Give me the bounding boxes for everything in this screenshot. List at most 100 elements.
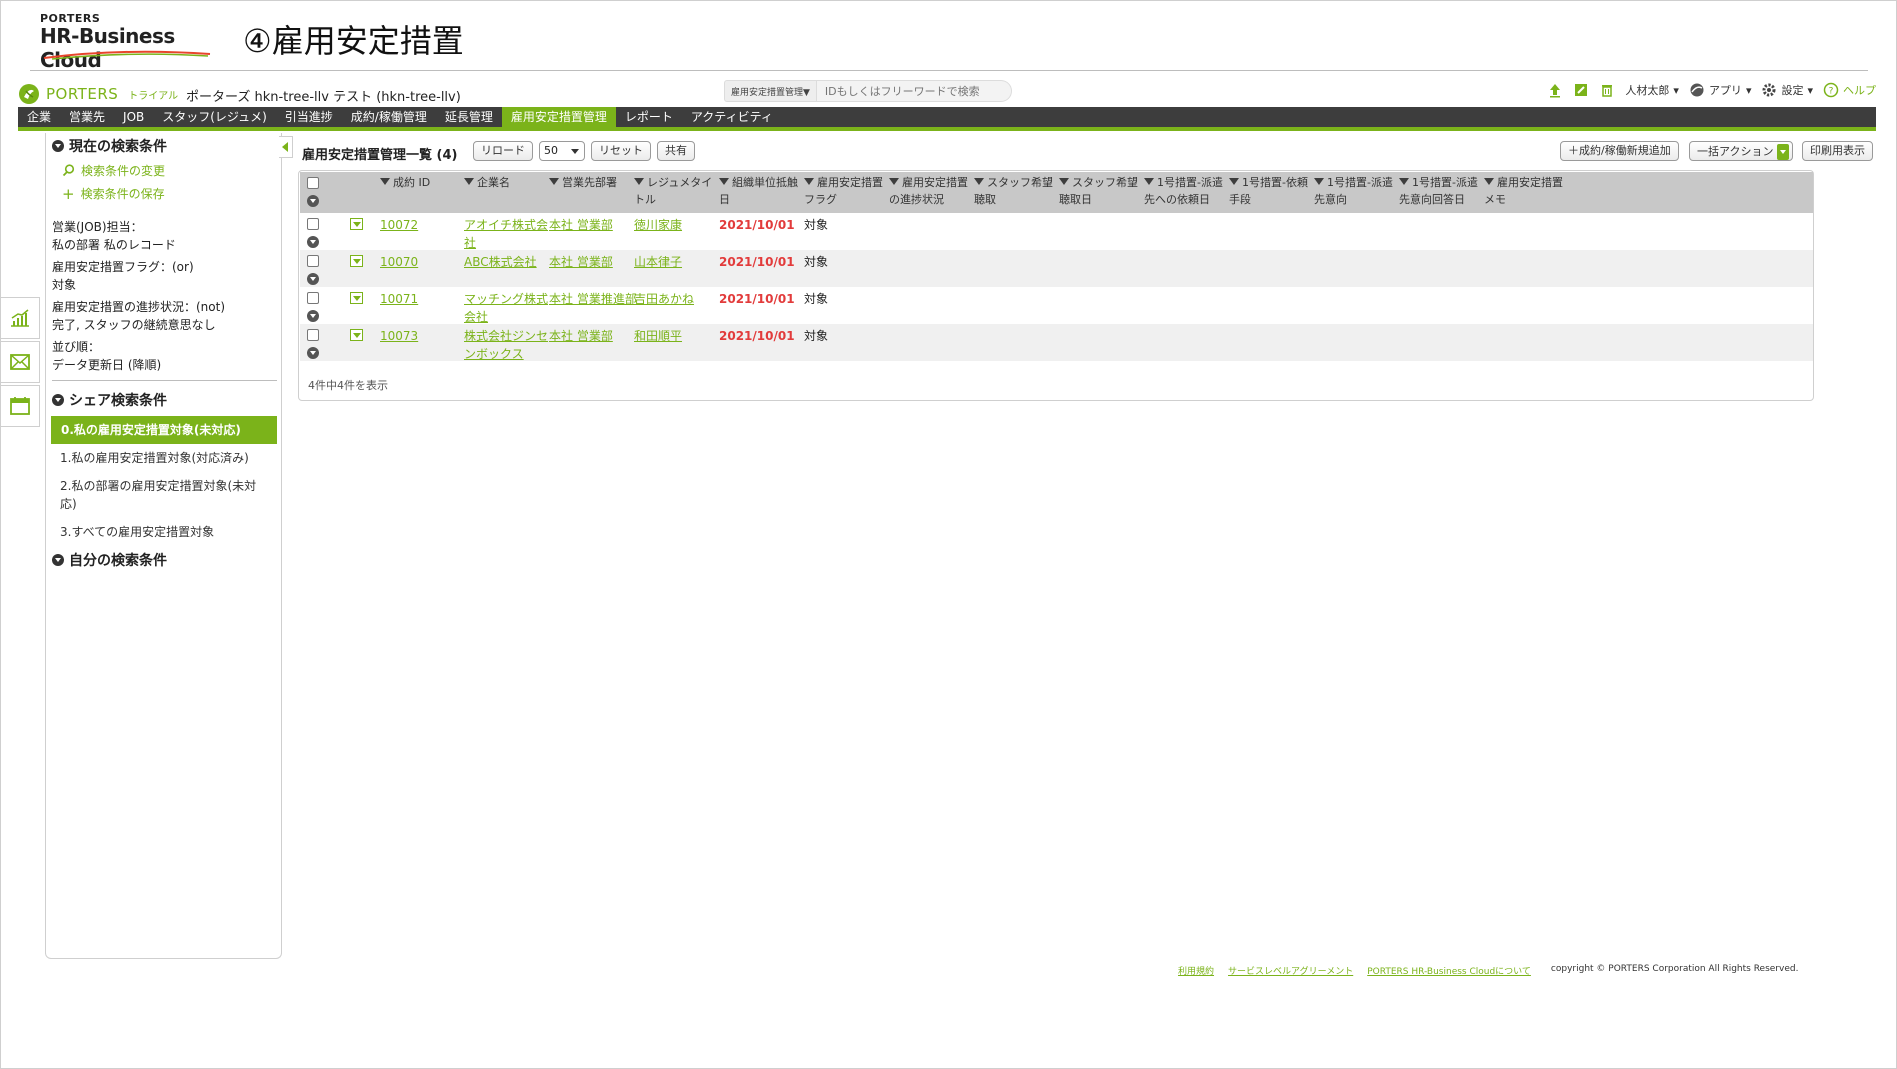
company-link[interactable]: アオイチ株式会社 [464,216,548,252]
add-contract-button[interactable]: ＋成約/稼働新規追加 [1560,141,1679,161]
nav-tab-contract[interactable]: 成約/稼働管理 [342,107,436,127]
col-header-memo[interactable]: 雇用安定措置 メモ [1484,174,1563,208]
apps-menu[interactable]: アプリ ▾ [1689,82,1752,98]
save-conditions-link[interactable]: + 検索条件の保存 [62,185,281,202]
col-header-client-intent[interactable]: 1号措置-派遣 先意向 [1314,174,1393,208]
col-header-label: 営業先部署 [562,176,617,189]
contract-id-link[interactable]: 10073 [380,327,418,345]
nav-tab-activity[interactable]: アクティビティ [682,107,782,127]
dept-link[interactable]: 本社 営業推進部 [549,290,637,308]
collapse-circle-icon [52,554,64,566]
staff-link[interactable]: 和田順平 [634,327,682,345]
reset-button[interactable]: リセット [591,141,651,161]
trash-icon[interactable] [1599,82,1615,98]
dept-link[interactable]: 本社 営業部 [549,327,613,345]
nav-tab-employment-stability[interactable]: 雇用安定措置管理 [501,107,616,127]
page-size-select[interactable]: 50 [539,141,585,161]
porters-app-logo[interactable]: PORTERS トライアル [18,83,178,105]
logo-swoosh-icon [43,50,211,60]
select-all-checkbox[interactable] [307,177,319,189]
nav-tab-report[interactable]: レポート [616,107,682,127]
staff-link[interactable]: 徳川家康 [634,216,682,234]
row-checkbox[interactable] [307,255,319,267]
quick-chart-button[interactable] [0,297,40,339]
nav-tab-sales-target[interactable]: 営業先 [60,107,114,127]
sla-link[interactable]: サービスレベルアグリーメント [1228,964,1353,977]
print-view-button[interactable]: 印刷用表示 [1802,141,1873,161]
col-header-dept[interactable]: 営業先部署 [549,174,617,191]
panel-collapse-toggle[interactable] [279,136,293,158]
header-utilities: 人材太郎 ▾ アプリ ▾ 設定 ▾ ? ヘルプ [1547,82,1876,98]
col-header-staff-hearing-date[interactable]: スタッフ希望 聴取日 [1059,174,1138,208]
col-header-resume-title[interactable]: レジュメタイ トル [634,174,712,208]
terms-link[interactable]: 利用規約 [1178,964,1214,977]
change-conditions-link[interactable]: 検索条件の変更 [62,162,281,179]
nav-tab-job[interactable]: JOB [114,107,153,127]
search-scope-select[interactable]: 雇用安定措置管理▼ [724,80,817,102]
col-header-flag[interactable]: 雇用安定措置 フラグ [804,174,883,208]
company-link[interactable]: 株式会社ジンセ ンボックス [464,327,548,363]
row-options-icon[interactable] [307,347,319,359]
nav-tab-allocation[interactable]: 引当進捗 [276,107,342,127]
contract-id-link[interactable]: 10071 [380,290,418,308]
saved-search-item[interactable]: 0.私の雇用安定措置対象(未対応) [51,416,277,444]
about-link[interactable]: PORTERS HR-Business Cloudについて [1367,964,1531,977]
col-header-conflict-date[interactable]: 組織単位抵触日 [719,174,798,208]
reload-button[interactable]: リロード [473,141,533,161]
col-header-label-2: 先意向回答日 [1399,193,1465,206]
col-header-company[interactable]: 企業名 [464,174,510,191]
contract-id-link[interactable]: 10070 [380,253,418,271]
row-checkbox[interactable] [307,292,319,304]
edit-note-icon[interactable] [1573,82,1589,98]
sort-triangle-icon [889,178,899,185]
quick-calendar-button[interactable] [0,385,40,427]
col-header-request-date[interactable]: 1号措置-派遣 先への依頼日 [1144,174,1223,208]
row-menu-dropdown[interactable] [350,255,363,267]
upload-icon[interactable] [1547,82,1563,98]
bulk-action-button[interactable]: 一括アクション [1689,141,1794,161]
saved-search-item[interactable]: 1.私の雇用安定措置対象(対応済み) [46,444,281,472]
row-options-icon[interactable] [307,236,319,248]
help-link[interactable]: ? ヘルプ [1823,82,1876,98]
sort-triangle-icon [1399,178,1409,185]
global-search: 雇用安定措置管理▼ [724,80,1012,102]
own-conditions-heading[interactable]: 自分の検索条件 [52,550,281,570]
col-header-intent-answer-date[interactable]: 1号措置-派遣 先意向回答日 [1399,174,1478,208]
share-conditions-heading[interactable]: シェア検索条件 [52,390,281,410]
current-conditions-title: 現在の検索条件 [69,139,167,155]
col-header-staff-hearing[interactable]: スタッフ希望 聴取 [974,174,1053,208]
row-options-icon[interactable] [307,310,319,322]
company-link[interactable]: マッチング株式 会社 [464,290,548,326]
col-header-request-method[interactable]: 1号措置-依頼 手段 [1229,174,1308,208]
nav-tab-company[interactable]: 企業 [18,107,60,127]
col-header-progress[interactable]: 雇用安定措置 の進捗状況 [889,174,968,208]
row-menu-dropdown[interactable] [350,329,363,341]
header-options-icon[interactable] [307,195,319,207]
saved-search-item[interactable]: 2.私の部署の雇用安定措置対象(未対応) [46,472,281,518]
col-header-label: スタッフ希望 [1072,176,1138,189]
saved-search-item[interactable]: 3.すべての雇用安定措置対象 [46,518,281,546]
settings-menu[interactable]: 設定 ▾ [1761,82,1813,98]
sort-triangle-icon [380,178,390,185]
dept-link[interactable]: 本社 営業部 [549,216,613,234]
company-link[interactable]: ABC株式会社 [464,253,537,271]
nav-tab-extension[interactable]: 延長管理 [436,107,502,127]
row-options-icon[interactable] [307,273,319,285]
row-menu-dropdown[interactable] [350,292,363,304]
row-checkbox[interactable] [307,329,319,341]
current-conditions-heading[interactable]: 現在の検索条件 [52,136,281,156]
row-menu-dropdown[interactable] [350,218,363,230]
quick-mail-button[interactable] [0,341,40,383]
contract-id-link[interactable]: 10072 [380,216,418,234]
nav-tab-staff[interactable]: スタッフ(レジュメ) [153,107,276,127]
search-input[interactable] [816,80,1012,102]
col-header-contract-id[interactable]: 成約 ID [380,174,430,191]
row-checkbox[interactable] [307,218,319,230]
dept-link[interactable]: 本社 営業部 [549,253,613,271]
share-button[interactable]: 共有 [657,141,695,161]
staff-link[interactable]: 吉田あかね [634,290,694,308]
user-menu[interactable]: 人材太郎 ▾ [1625,82,1679,98]
staff-link[interactable]: 山本律子 [634,253,682,271]
chevron-down-icon: ▾ [1745,83,1752,97]
svg-text:?: ? [1829,87,1834,97]
